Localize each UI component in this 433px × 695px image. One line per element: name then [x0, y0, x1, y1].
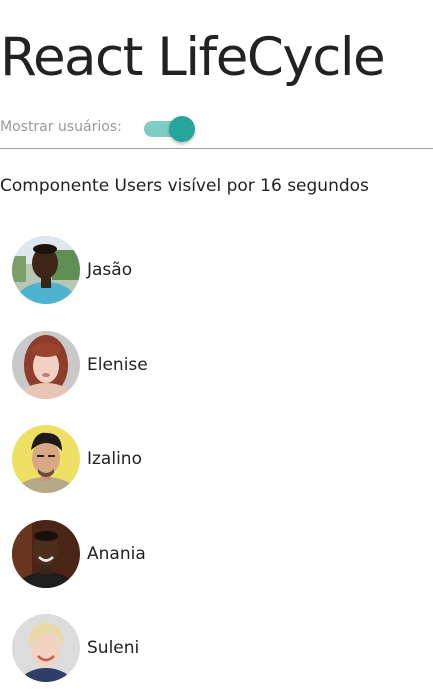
woman-blonde-avatar [12, 614, 80, 682]
user-item: Izalino [12, 425, 148, 493]
user-name: Suleni [87, 638, 140, 658]
visibility-status-text: Componente Users visível por 16 segundos [0, 176, 369, 196]
user-list: Jasão Elenise Izalino Anania Suleni [12, 236, 148, 695]
woman-red-hair-avatar [12, 330, 80, 399]
user-item: Suleni [12, 614, 148, 682]
user-name: Elenise [87, 354, 148, 375]
man-outdoor-avatar [12, 236, 80, 304]
show-users-label: Mostrar usuários: [0, 119, 122, 135]
divider [0, 148, 433, 149]
show-users-switch[interactable] [143, 115, 195, 142]
switch-thumb[interactable] [169, 116, 195, 142]
user-name: Izalino [87, 449, 142, 469]
user-item: Anania [12, 519, 148, 588]
app-root: React LifeCycle Mostrar usuários: Compon… [0, 0, 433, 695]
man-dark-background-avatar [12, 519, 80, 588]
man-yellow-background-avatar [12, 425, 80, 493]
user-item: Elenise [12, 330, 148, 399]
user-name: Jasão [87, 260, 133, 280]
user-item: Jasão [12, 236, 148, 304]
show-users-toggle-row: Mostrar usuários: [0, 112, 433, 142]
user-name: Anania [87, 543, 146, 564]
page-title: React LifeCycle [0, 27, 386, 88]
